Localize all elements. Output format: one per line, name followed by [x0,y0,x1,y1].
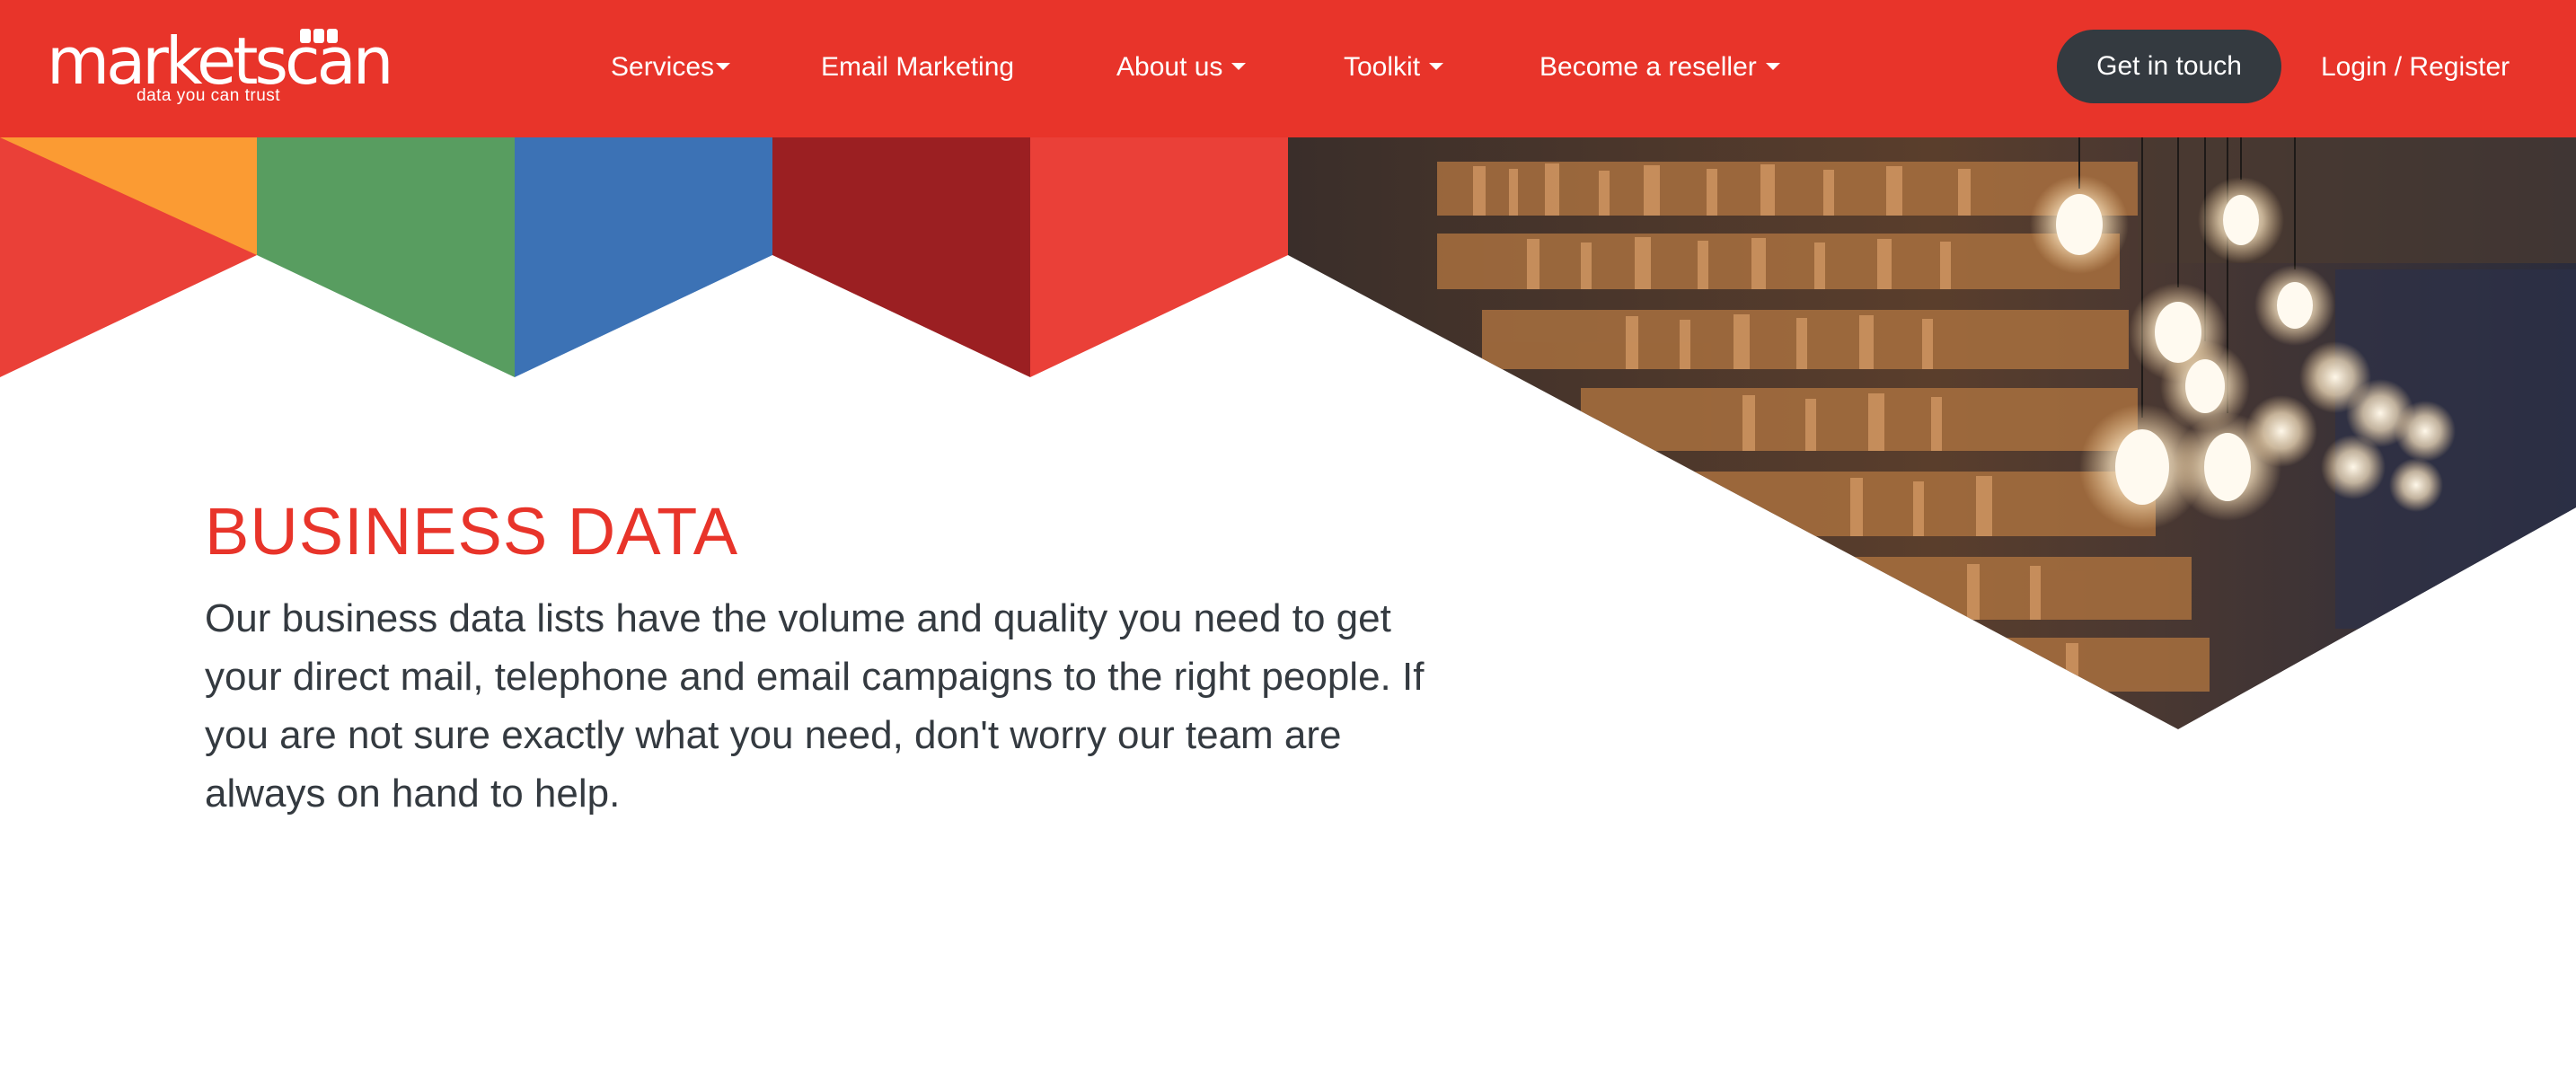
library-image [1288,137,2576,729]
logo-dots-icon [300,29,340,43]
nav-about-us-label: About us [1116,52,1223,82]
caret-down-icon [1765,63,1780,71]
nav-toolkit-label: Toolkit [1344,52,1421,82]
nav-email-marketing[interactable]: Email Marketing [821,45,1014,90]
panel-light-red [1030,137,1288,377]
nav-about-us[interactable]: About us [1116,45,1247,90]
page-title: BUSINESS DATA [205,494,739,569]
navbar: marketscan data you can trust Services E… [0,0,2576,137]
brand-tagline: data you can trust [137,86,281,105]
hero-content: BUSINESS DATA Our business data lists ha… [205,492,1444,823]
login-register-link[interactable]: Login / Register [2321,45,2510,90]
nav-email-marketing-label: Email Marketing [821,52,1015,82]
nav-toolkit[interactable]: Toolkit [1344,45,1444,90]
panel-dark-red [772,137,1030,377]
caret-down-icon [716,63,731,71]
nav-services-label: Services [611,52,715,82]
panel-blue [515,137,772,377]
nav-services[interactable]: Services [611,45,731,90]
get-in-touch-button[interactable]: Get in touch [2057,30,2281,103]
caret-down-icon [1231,63,1247,71]
panel-green [257,137,515,377]
caret-down-icon [1429,63,1444,71]
brand-logo[interactable]: marketscan data you can trust [47,23,393,110]
nav-become-reseller[interactable]: Become a reseller [1539,45,1780,90]
page-description: Our business data lists have the volume … [205,596,1425,816]
nav-become-reseller-label: Become a reseller [1539,52,1757,82]
